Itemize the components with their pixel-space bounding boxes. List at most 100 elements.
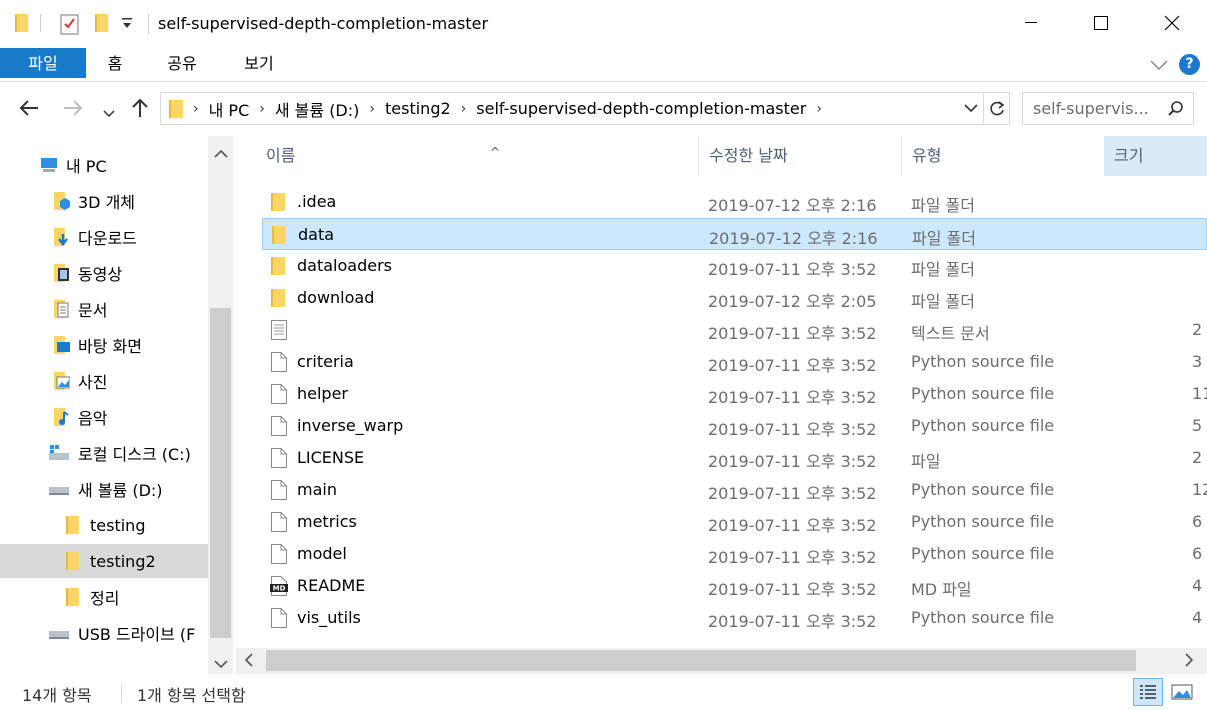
file-type: 파일 폴더 <box>912 229 976 248</box>
window-title: self-supervised-depth-completion-master <box>158 14 489 33</box>
file-date: 2019-07-11 오후 3:52 <box>708 548 877 567</box>
chevron-right-icon[interactable]: › <box>816 101 822 117</box>
help-icon[interactable]: ? <box>1179 54 1200 75</box>
file-size: 2 <box>1192 320 1203 339</box>
tree-item-testing2[interactable]: testing2 <box>0 544 208 578</box>
expand-ribbon-chevron-icon[interactable] <box>1150 56 1168 75</box>
horizontal-scrollbar-thumb[interactable] <box>266 650 1136 671</box>
file-icon <box>270 448 288 468</box>
file-row[interactable]: 2019-07-11 오후 3:52 텍스트 문서 2 <box>262 314 1207 346</box>
tree-item-videos[interactable]: 동영상 <box>0 256 208 290</box>
maximize-button[interactable] <box>1078 0 1124 46</box>
chevron-right-icon[interactable]: › <box>193 101 199 117</box>
close-button[interactable] <box>1149 0 1195 46</box>
nav-pane-scrollbar[interactable] <box>208 136 233 674</box>
chevron-right-icon[interactable]: › <box>461 101 467 117</box>
recent-locations-chevron-icon[interactable] <box>103 102 115 122</box>
file-type: 텍스트 문서 <box>911 324 990 343</box>
file-list-horizontal-scrollbar[interactable] <box>236 648 1207 674</box>
tree-item-volume-d[interactable]: 새 볼륨 (D:) <box>0 472 208 506</box>
column-header-type[interactable]: 유형 <box>902 136 1104 176</box>
scroll-left-chevron-icon[interactable] <box>244 652 254 671</box>
breadcrumb-this-pc[interactable]: 내 PC <box>209 97 250 121</box>
properties-icon[interactable] <box>60 13 80 39</box>
file-type: 파일 폴더 <box>911 196 975 215</box>
file-type: Python source file <box>911 384 1055 403</box>
file-row[interactable]: .idea 2019-07-12 오후 2:16 파일 폴더 <box>262 186 1207 218</box>
qa-divider <box>40 14 41 32</box>
file-name: README <box>297 576 366 595</box>
column-header-name[interactable]: 이름 ^ <box>256 136 699 176</box>
file-row[interactable]: criteria 2019-07-11 오후 3:52 Python source … <box>262 346 1207 378</box>
file-size: 4 <box>1192 608 1203 627</box>
text-document-icon <box>270 320 288 340</box>
file-row[interactable]: metrics 2019-07-11 오후 3:52 Python source f… <box>262 506 1207 538</box>
customize-qa-dropdown-icon[interactable] <box>121 16 133 35</box>
file-row[interactable]: dataloaders 2019-07-11 오후 3:52 파일 폴더 <box>262 250 1207 282</box>
scroll-up-chevron-icon[interactable] <box>214 144 228 163</box>
file-row[interactable]: helper 2019-07-11 오후 3:52 Python source fi… <box>262 378 1207 410</box>
address-bar[interactable]: › 내 PC › 새 볼륨 (D:) › testing2 › self-sup… <box>160 92 1010 125</box>
tree-item-label: testing2 <box>90 551 156 571</box>
tree-item-label: 사진 <box>78 373 108 392</box>
tree-item-local-disk-c[interactable]: 로컬 디스크 (C:) <box>0 436 208 470</box>
scroll-right-chevron-icon[interactable] <box>1184 652 1194 671</box>
tab-share[interactable]: 공유 <box>158 48 206 79</box>
tree-item-desktop[interactable]: 바탕 화면 <box>0 328 208 362</box>
tree-item-pictures[interactable]: 사진 <box>0 364 208 398</box>
file-size: 12 <box>1192 480 1207 499</box>
search-icon[interactable] <box>1167 100 1185 122</box>
file-row[interactable]: vis_utils 2019-07-11 오후 3:52 Python source… <box>262 602 1207 634</box>
address-dropdown-chevron-icon[interactable] <box>963 99 979 121</box>
folder-icon <box>270 288 288 308</box>
tree-item-label: 새 볼륨 (D:) <box>78 481 163 500</box>
breadcrumb-testing2[interactable]: testing2 <box>385 99 451 118</box>
minimize-button[interactable] <box>1008 0 1054 46</box>
tab-file[interactable]: 파일 <box>0 48 86 78</box>
file-row[interactable]: data 2019-07-12 오후 2:16 파일 폴더 <box>262 218 1207 250</box>
tree-item-jeongri[interactable]: 정리 <box>0 580 208 614</box>
tree-item-label: 로컬 디스크 (C:) <box>78 445 191 464</box>
tree-item-documents[interactable]: 문서 <box>0 292 208 326</box>
column-header-size[interactable]: 크기 <box>1104 136 1207 176</box>
tree-item-music[interactable]: 음악 <box>0 400 208 434</box>
search-input[interactable] <box>1033 99 1163 118</box>
file-row[interactable]: MD README 2019-07-11 오후 3:52 MD 파일 4 <box>262 570 1207 602</box>
tab-view[interactable]: 보기 <box>236 48 282 79</box>
selection-count: 1개 항목 선택함 <box>137 686 246 705</box>
3d-objects-icon <box>54 192 70 210</box>
navigation-pane: 내 PC 3D 개체 다운로드 동영상 문서 바탕 화면 사진 음악 로컬 디스… <box>0 136 236 674</box>
chevron-right-icon[interactable]: › <box>369 101 375 117</box>
forward-arrow-icon[interactable] <box>62 98 84 121</box>
tree-item-usb-drive-f[interactable]: USB 드라이브 (F <box>0 616 208 650</box>
file-row[interactable]: LICENSE 2019-07-11 오후 3:52 파일 2 <box>262 442 1207 474</box>
tree-item-3d-objects[interactable]: 3D 개체 <box>0 184 208 218</box>
tree-item-this-pc[interactable]: 내 PC <box>0 148 208 182</box>
column-header-date[interactable]: 수정한 날짜 <box>699 136 902 176</box>
file-row[interactable]: main 2019-07-11 오후 3:52 Python source file… <box>262 474 1207 506</box>
chevron-right-icon[interactable]: › <box>259 101 265 117</box>
up-arrow-icon[interactable] <box>130 98 150 121</box>
search-box[interactable] <box>1022 92 1194 125</box>
details-view-button[interactable] <box>1133 678 1163 706</box>
status-bar: 14개 항목 1개 항목 선택함 <box>0 674 1207 710</box>
new-folder-icon[interactable] <box>94 13 110 37</box>
breadcrumb-current-folder[interactable]: self-supervised-depth-completion-master <box>476 99 806 118</box>
scroll-down-chevron-icon[interactable] <box>214 654 228 673</box>
file-row[interactable]: model 2019-07-11 오후 3:52 Python source fil… <box>262 538 1207 570</box>
large-icons-view-button[interactable] <box>1167 678 1197 706</box>
nav-pane-scrollbar-thumb[interactable] <box>210 308 231 638</box>
file-row[interactable]: inverse_warp 2019-07-11 오후 3:52 Python sou… <box>262 410 1207 442</box>
tab-home[interactable]: 홈 <box>96 48 134 79</box>
tree-item-label: 음악 <box>78 409 108 428</box>
file-type: Python source file <box>911 544 1055 563</box>
tree-item-testing[interactable]: testing <box>0 508 208 542</box>
breadcrumb-volume-d[interactable]: 새 볼륨 (D:) <box>275 97 360 121</box>
file-date: 2019-07-11 오후 3:52 <box>708 420 877 439</box>
usb-drive-icon <box>49 631 69 639</box>
tree-item-downloads[interactable]: 다운로드 <box>0 220 208 254</box>
file-row[interactable]: download 2019-07-12 오후 2:05 파일 폴더 <box>262 282 1207 314</box>
refresh-button[interactable] <box>983 93 1010 124</box>
file-type: Python source file <box>911 512 1055 531</box>
back-arrow-icon[interactable] <box>18 98 40 121</box>
